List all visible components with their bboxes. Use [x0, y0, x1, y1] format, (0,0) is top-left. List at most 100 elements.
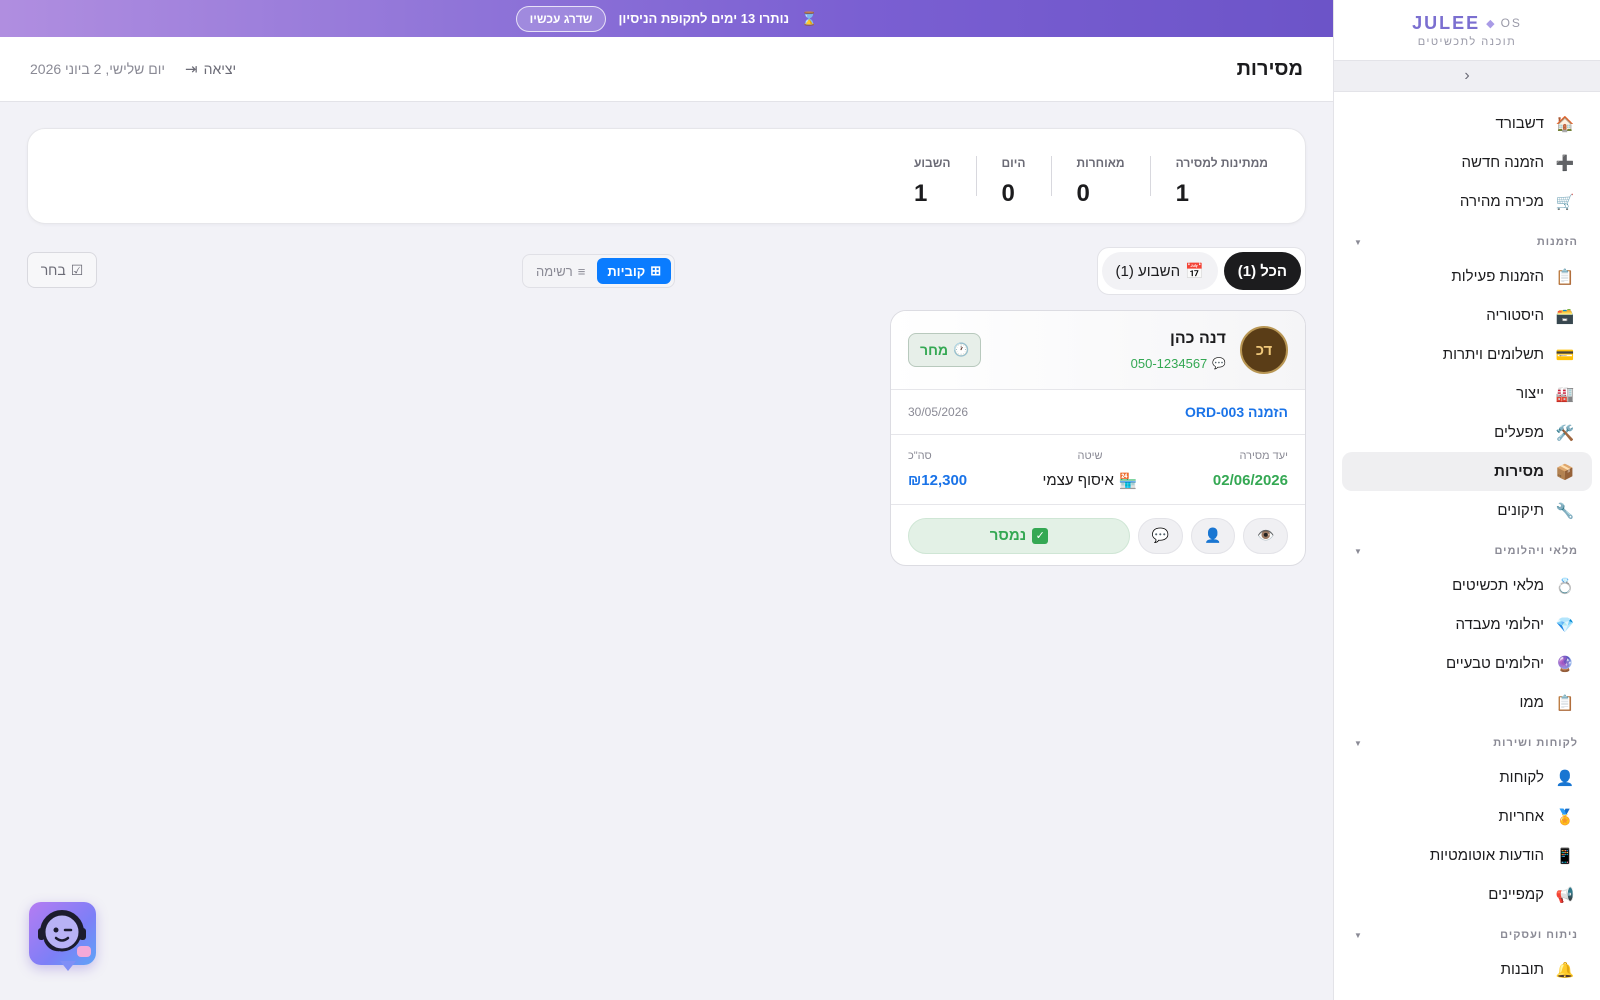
stats-card: ממתינות למסירה 1 מאוחרות 0 היום 0 השבוע 1: [27, 128, 1306, 224]
phone-number: 050-1234567: [1130, 355, 1208, 371]
support-bot-tail: [60, 961, 76, 971]
sidebar-item-icon: 💍: [1555, 577, 1575, 595]
sidebar-item-2[interactable]: 🛒 מכירה מהירה: [1342, 182, 1592, 221]
sidebar-item-0[interactable]: 🏠 דשבורד: [1342, 104, 1592, 143]
filter-week[interactable]: 📅 השבוע (1): [1101, 252, 1218, 290]
card-header: דכ דנה כהן 💬 050-1234567 🕐 מחר: [891, 311, 1305, 390]
sidebar-item-3[interactable]: 📋 הזמנות פעילות: [1342, 257, 1592, 296]
sidebar-item-6[interactable]: 🏭 ייצור: [1342, 374, 1592, 413]
target-date-label: יעד מסירה: [1239, 450, 1288, 462]
sidebar-item-11[interactable]: 💎 יהלומי מעבדה: [1342, 605, 1592, 644]
sidebar-item-12[interactable]: 🔮 יהלומים טבעיים: [1342, 644, 1592, 683]
eye-icon: 👁️: [1256, 527, 1275, 543]
sidebar-section-header[interactable]: ניתוח ועסקים ▼: [1334, 920, 1600, 950]
sidebar-item-icon: 🏅: [1555, 808, 1575, 826]
stat-label: היום: [1001, 156, 1026, 170]
brand-logo: JULEE ◆ OS: [1412, 13, 1522, 34]
sidebar-item-1[interactable]: ➕ הזמנה חדשה: [1342, 143, 1592, 182]
customer-name: דנה כהן: [1170, 329, 1226, 347]
sidebar-item-label: מכירה מהירה: [1459, 193, 1544, 210]
brand: JULEE ◆ OS תוכנה לתכשיטים: [1334, 0, 1600, 60]
sidebar-item-icon: 📋: [1555, 694, 1575, 712]
mark-delivered-button[interactable]: ✓ נמסר: [907, 517, 1130, 554]
sidebar-item-label: היסטוריה: [1486, 307, 1544, 324]
method-block: שיטה 🏪 איסוף עצמי: [1043, 450, 1138, 490]
customer-button[interactable]: 👤: [1190, 517, 1236, 554]
sidebar-item-10[interactable]: 💍 מלאי תכשיטים: [1342, 566, 1592, 605]
logout-icon: ⇥: [185, 61, 198, 78]
sidebar-item-icon: 📋: [1555, 268, 1575, 286]
sidebar-item-icon: 🛒: [1555, 193, 1575, 211]
order-date: 30/05/2026: [908, 405, 969, 419]
select-label: בחר: [40, 262, 66, 278]
view-button[interactable]: 👁️: [1243, 517, 1288, 554]
sidebar-item-icon: 🗃️: [1555, 307, 1575, 325]
sidebar: JULEE ◆ OS תוכנה לתכשיטים ‹ 🏠 דשבורד ➕ הזמנ…: [1333, 0, 1600, 1000]
sidebar-item-17[interactable]: 📢 קמפיינים: [1342, 875, 1592, 914]
view-list-button[interactable]: ≡ רשימה: [526, 258, 595, 284]
grid-icon: ⊞: [650, 263, 662, 278]
sidebar-item-label: מלאי תכשיטים: [1452, 577, 1544, 594]
sidebar-item-label: יהלומים טבעיים: [1445, 655, 1544, 672]
sidebar-section-title: מלאי ויהלומים: [1494, 545, 1578, 557]
sidebar-item-label: מפעלים: [1494, 424, 1544, 441]
sidebar-item-9[interactable]: 🔧 תיקונים: [1342, 491, 1592, 530]
sidebar-item-label: הודעות אוטומטיות: [1429, 847, 1544, 864]
sidebar-item-label: דשבורד: [1495, 115, 1544, 132]
sidebar-section-header[interactable]: הזמנות ▼: [1334, 227, 1600, 257]
filter-week-label: השבוע (1): [1115, 262, 1181, 280]
sidebar-item-label: תשלומים ויתרות: [1442, 346, 1544, 363]
store-icon: 🏪: [1118, 472, 1138, 490]
brand-os: OS: [1500, 16, 1522, 30]
sidebar-section-header[interactable]: לקוחות ושירות ▼: [1334, 728, 1600, 758]
brand-subtitle: תוכנה לתכשיטים: [1417, 35, 1517, 48]
sidebar-item-13[interactable]: 📋 ממו: [1342, 683, 1592, 722]
sidebar-item-16[interactable]: 📱 הודעות אוטומטיות: [1342, 836, 1592, 875]
chevron-down-icon: ▼: [1354, 237, 1363, 247]
card-actions: 👁️ 👤 💬 ✓ נמסר: [891, 505, 1305, 565]
filter-all[interactable]: הכל (1): [1223, 252, 1301, 290]
chat-bubble-icon: 💬: [1212, 357, 1226, 370]
diamond-icon: ◆: [1486, 17, 1495, 30]
trial-banner: ⌛ נותרו 13 ימים לתקופת הניסיון שדרג עכשי…: [0, 0, 1333, 37]
sidebar-item-label: תובנות: [1500, 961, 1544, 978]
sidebar-item-15[interactable]: 🏅 אחריות: [1342, 797, 1592, 836]
due-badge: 🕐 מחר: [908, 333, 982, 367]
sidebar-item-14[interactable]: 👤 לקוחות: [1342, 758, 1592, 797]
customer-phone[interactable]: 💬 050-1234567: [1131, 356, 1226, 371]
upgrade-button[interactable]: שדרג עכשיו: [515, 5, 607, 32]
logout-button[interactable]: יציאה ⇥: [185, 60, 236, 78]
sidebar-item-5[interactable]: 💳 תשלומים ויתרות: [1342, 335, 1592, 374]
stat-value: 1: [914, 180, 928, 207]
select-button[interactable]: ☑ בחר: [27, 252, 97, 288]
method-text: איסוף עצמי: [1042, 472, 1114, 489]
sidebar-item-label: ייצור: [1516, 385, 1544, 402]
sidebar-section-header[interactable]: מלאי ויהלומים ▼: [1334, 536, 1600, 566]
view-cards-button[interactable]: ⊞ קוביות: [597, 258, 672, 284]
message-button[interactable]: 💬: [1137, 517, 1183, 554]
stat-week: השבוע 1: [889, 156, 977, 207]
stat-value: 1: [1175, 180, 1189, 207]
sidebar-item-4[interactable]: 🗃️ היסטוריה: [1342, 296, 1592, 335]
check-icon: ✓: [1032, 527, 1049, 544]
sidebar-item-icon: 🔮: [1555, 655, 1575, 673]
target-date-block: יעד מסירה 02/06/2026: [1213, 450, 1288, 489]
sidebar-nav: 🏠 דשבורד ➕ הזמנה חדשה 🛒 מכירה מהירה הזמנות ▼ 📋 הז…: [1334, 92, 1600, 989]
sidebar-item-label: קמפיינים: [1488, 886, 1544, 903]
sidebar-item-8[interactable]: 📦 מסירות: [1342, 452, 1592, 491]
view-cards-label: קוביות: [607, 263, 646, 279]
sidebar-collapse-button[interactable]: ‹: [1334, 60, 1600, 92]
message-icon: 💬: [1151, 527, 1170, 543]
sidebar-item-icon: 🔔: [1555, 961, 1575, 979]
sidebar-item-icon: 📢: [1555, 886, 1575, 904]
stat-label: ממתינות למסירה: [1175, 156, 1268, 170]
support-bot-button[interactable]: [29, 902, 96, 965]
sidebar-item-18[interactable]: 🔔 תובנות: [1342, 950, 1592, 989]
header-actions: יציאה ⇥ יום שלישי, 2 ביוני 2026: [30, 60, 236, 78]
sidebar-item-icon: 🛠️: [1555, 424, 1575, 442]
calendar-icon: 📅: [1185, 263, 1204, 280]
stat-value: 0: [1001, 180, 1015, 207]
order-link[interactable]: הזמנה ORD-003: [1185, 404, 1288, 420]
sidebar-item-7[interactable]: 🛠️ מפעלים: [1342, 413, 1592, 452]
sidebar-section-title: ניתוח ועסקים: [1500, 929, 1578, 941]
